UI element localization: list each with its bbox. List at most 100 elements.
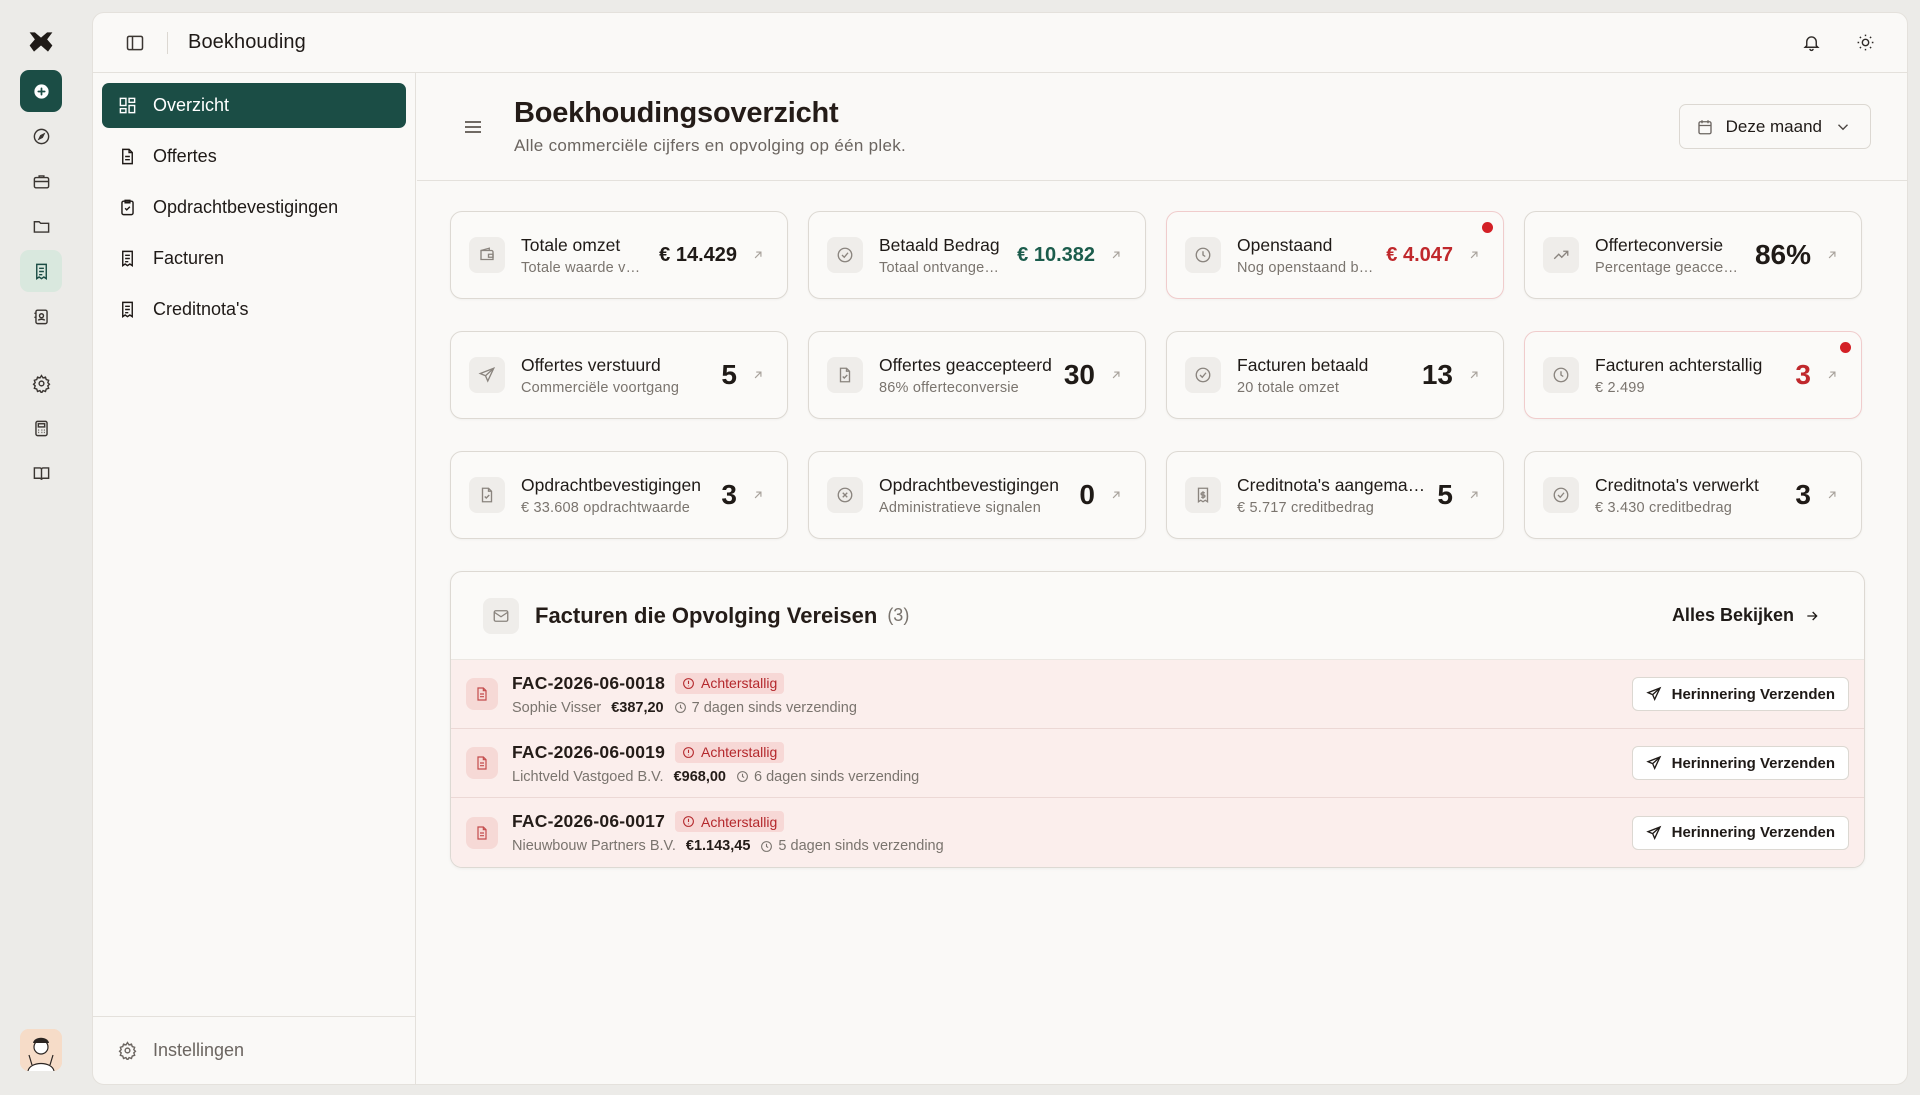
arrow-up-right-icon (1467, 248, 1481, 262)
send-reminder-label: Herinnering Verzenden (1671, 824, 1835, 841)
send-reminder-button[interactable]: Herinnering Verzenden (1631, 815, 1849, 850)
invoice-icon (466, 816, 498, 849)
client-name: Nieuwbouw Partners B.V. (512, 838, 676, 854)
period-label: Deze maand (1725, 116, 1822, 136)
alert-circle-icon (683, 816, 694, 827)
sidebar-nav: Overzicht Offertes Opdrachtbevestigingen… (93, 73, 415, 348)
invoice-number[interactable]: FAC-2026-06-0019 (512, 742, 665, 763)
book-icon[interactable] (20, 452, 62, 494)
stat-card-label: Facturen betaald (1237, 354, 1369, 375)
stat-card-label: Opdrachtbevestigingen (521, 474, 701, 495)
sent-since: 5 dagen sinds verzending (760, 838, 944, 854)
arrow-up-right-icon (1467, 488, 1481, 502)
invoice-number[interactable]: FAC-2026-06-0018 (512, 673, 665, 694)
calculator-icon[interactable] (20, 407, 62, 449)
stat-card-value: € 10.382 (1017, 243, 1095, 266)
list-item[interactable]: FAC-2026-06-0017 Achterstallig Nieuwbouw P… (451, 798, 1864, 867)
sidebar-toggle-icon[interactable] (123, 31, 147, 55)
receipt-icon[interactable] (20, 250, 62, 292)
add-icon[interactable] (20, 70, 62, 112)
sidebar-item-facturen[interactable]: Facturen (102, 236, 406, 281)
stat-card[interactable]: Offertes verstuurd Commerciële voortgang 5 (450, 331, 788, 419)
stat-card-text: Offertes verstuurd Commerciële voortgang (521, 355, 709, 396)
stat-card-hint: Totaal ontvangen bedrag (879, 259, 1006, 276)
status-badge-label: Achterstallig (701, 675, 778, 691)
stat-card[interactable]: Facturen betaald 20 totale omzet 13 (1166, 331, 1504, 419)
followup-count: (3) (887, 605, 910, 625)
gear-icon (118, 1041, 137, 1060)
stat-card[interactable]: Betaald Bedrag Totaal ontvangen bedrag € 1… (808, 211, 1146, 299)
sidebar-item-settings[interactable]: Instellingen (93, 1016, 415, 1084)
icon-rail (0, 0, 82, 1095)
wallet-icon (469, 237, 505, 273)
stat-card-text: Opdrachtbevestigingen € 33.608 opdrachtwa… (521, 475, 709, 516)
stat-card-text: Totale omzet Totale waarde van alle factu… (521, 235, 647, 276)
folder-icon[interactable] (20, 205, 62, 247)
invoice-icon (466, 747, 498, 779)
stat-card-value: 5 (1437, 479, 1453, 510)
avatar[interactable] (20, 1029, 62, 1071)
send-icon (1645, 755, 1661, 770)
document-icon (122, 148, 133, 165)
stat-card[interactable]: Openstaand Nog openstaand bedrag € 4.047 (1166, 211, 1504, 299)
stat-card-text: Creditnota's verwerkt € 3.430 creditbedra… (1595, 475, 1783, 516)
arrow-up-right-icon (751, 488, 765, 502)
stat-card-label: Offerteconversie (1595, 234, 1724, 255)
sidebar-item-offertes[interactable]: Offertes (102, 134, 406, 179)
stat-card[interactable]: Creditnota's aangemaakt € 5.717 creditbed… (1166, 451, 1504, 539)
alert-dot (1840, 342, 1851, 353)
invoice-number[interactable]: FAC-2026-06-0017 (512, 811, 665, 832)
send-icon (1645, 825, 1661, 840)
settings-icon[interactable] (20, 362, 62, 404)
list-item[interactable]: FAC-2026-06-0019 Achterstallig Lichtveld V… (451, 729, 1864, 798)
app-logo-icon[interactable] (25, 26, 57, 58)
contacts-icon[interactable] (20, 295, 62, 337)
arrow-up-right-icon (1109, 368, 1123, 382)
period-select[interactable]: Deze maand (1678, 104, 1871, 149)
sidebar-item-opdrachtbevestigingen[interactable]: Opdrachtbevestigingen (102, 185, 406, 230)
stat-card[interactable]: Totale omzet Totale waarde van alle factu… (450, 211, 788, 299)
stat-card[interactable]: Creditnota's verwerkt € 3.430 creditbedra… (1524, 451, 1862, 539)
trend-up-icon (1543, 237, 1579, 273)
divider (167, 31, 168, 54)
briefcase-icon[interactable] (20, 160, 62, 202)
sun-icon[interactable] (1847, 25, 1883, 61)
alert-circle-icon (683, 677, 694, 689)
menu-icon[interactable] (461, 115, 485, 139)
send-reminder-button[interactable]: Herinnering Verzenden (1631, 677, 1849, 711)
invoice-header: FAC-2026-06-0019 Achterstallig (512, 741, 1632, 763)
stat-card-hint: Percentage geaccepteerde offertes (1595, 259, 1743, 276)
view-all-link[interactable]: Alles Bekijken (1672, 605, 1820, 626)
stat-card-label: Offertes geaccepteerd (879, 354, 1052, 375)
sent-since-label: 5 dagen sinds verzending (778, 838, 944, 854)
receipt-dollar-icon (1185, 477, 1221, 513)
sidebar-item-label: Facturen (153, 248, 225, 268)
stat-card-label: Facturen achterstallig (1595, 354, 1763, 375)
list-item[interactable]: FAC-2026-06-0018 Achterstallig Sophie Viss… (451, 660, 1864, 729)
stat-card[interactable]: Opdrachtbevestigingen € 33.608 opdrachtwa… (450, 451, 788, 539)
bell-icon[interactable] (1793, 25, 1829, 61)
page-subtitle: Alle commerciële cijfers en opvolging op… (514, 136, 907, 155)
receipt-icon (122, 301, 133, 318)
stat-card[interactable]: Offerteconversie Percentage geaccepteerde… (1524, 211, 1862, 299)
stat-card-label: Creditnota's aangemaakt (1237, 474, 1426, 495)
sidebar-item-overzicht[interactable]: Overzicht (102, 83, 406, 128)
clock-icon (1543, 357, 1579, 393)
arrow-up-right-icon (751, 368, 765, 382)
stat-cards: Totale omzet Totale waarde van alle factu… (450, 211, 1907, 539)
invoice-details: FAC-2026-06-0017 Achterstallig Nieuwbouw P… (512, 811, 1632, 854)
followup-header: Facturen die Opvolging Vereisen (3) Alle… (451, 572, 1864, 660)
stat-card-text: Offertes geaccepteerd 86% offerteconversi… (879, 355, 1052, 396)
arrow-right-icon (1807, 611, 1818, 620)
send-reminder-button[interactable]: Herinnering Verzenden (1631, 746, 1849, 780)
stat-card-value: 3 (721, 479, 737, 510)
sidebar-item-label: Overzicht (153, 95, 230, 115)
stat-card[interactable]: Facturen achterstallig € 2.499 3 (1524, 331, 1862, 419)
send-reminder-label: Herinnering Verzenden (1671, 685, 1835, 703)
compass-icon[interactable] (20, 115, 62, 157)
stat-card[interactable]: Offertes geaccepteerd 86% offerteconversi… (808, 331, 1146, 419)
stat-card-hint: Commerciële voortgang (521, 379, 680, 396)
stat-card[interactable]: Opdrachtbevestigingen Administratieve sig… (808, 451, 1146, 539)
invoice-amount: €1.143,45 (685, 838, 751, 854)
sidebar-item-creditnotas[interactable]: Creditnota's (102, 287, 406, 332)
